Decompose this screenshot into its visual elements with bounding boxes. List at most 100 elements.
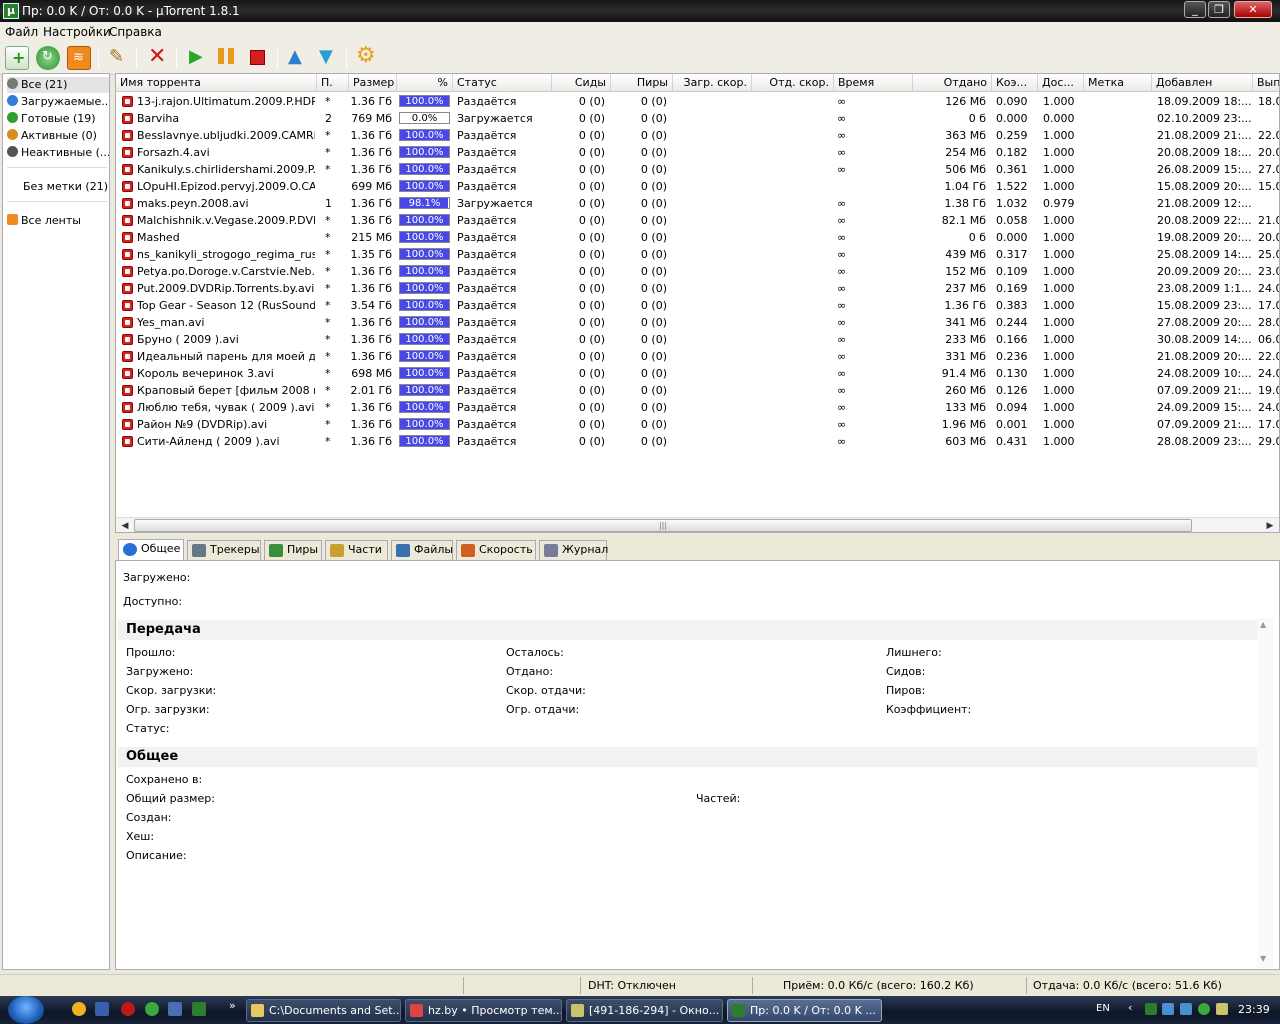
- column-header-size[interactable]: Размер: [349, 74, 397, 92]
- sidebar-item-active[interactable]: Активные (0): [7, 128, 109, 144]
- tray-network-icon[interactable]: [1162, 1003, 1174, 1015]
- scroll-up-icon[interactable]: ▲: [1260, 620, 1266, 629]
- table-row[interactable]: Top Gear - Season 12 (RusSound... * 3.54 Г…: [116, 297, 1279, 314]
- torrent-eta: ∞: [837, 384, 847, 397]
- column-header-percent[interactable]: %: [397, 74, 453, 92]
- rss-icon[interactable]: ≋: [73, 50, 84, 65]
- table-row[interactable]: Petya.po.Doroge.v.Carstvie.Neb... * 1.36 Г…: [116, 263, 1279, 280]
- table-row[interactable]: Kanikuly.s.chirlidershami.2009.P.... * 1.3…: [116, 161, 1279, 178]
- torrent-uploaded: 439 Мб: [945, 248, 986, 261]
- start-button[interactable]: [8, 996, 44, 1024]
- sidebar-item-downloading[interactable]: Загружаемые...: [7, 94, 109, 110]
- minimize-button[interactable]: _: [1184, 1, 1206, 18]
- torrent-seeds: 0 (0): [578, 197, 605, 210]
- column-header-ratio[interactable]: Коэ...: [992, 74, 1038, 92]
- sidebar-item-all-feeds[interactable]: Все ленты: [7, 213, 109, 229]
- sidebar-item-completed[interactable]: Готовые (19): [7, 111, 109, 127]
- tab-files[interactable]: Файлы: [391, 540, 453, 560]
- pause-icon[interactable]: [218, 48, 234, 64]
- horizontal-scrollbar[interactable]: ◀ ||| ▶: [116, 517, 1279, 532]
- scroll-left-icon[interactable]: ◀: [117, 519, 133, 532]
- scroll-right-icon[interactable]: ▶: [1262, 519, 1278, 532]
- menu-file[interactable]: Файл: [5, 25, 38, 39]
- add-url-icon[interactable]: ↻: [42, 49, 53, 64]
- table-row[interactable]: Yes_man.avi * 1.36 Гб 100.0% Раздаётся 0 (0) 0…: [116, 314, 1279, 331]
- table-row[interactable]: Бруно ( 2009 ).avi * 1.36 Гб 100.0% Раздаётс…: [116, 331, 1279, 348]
- chevron-left-icon[interactable]: ‹: [1128, 1001, 1132, 1014]
- column-header-peers[interactable]: Пиры: [611, 74, 673, 92]
- table-row[interactable]: Краповый берет [фильм 2008 г.... * 2.01 Гб…: [116, 382, 1279, 399]
- taskbar-button[interactable]: hz.by • Просмотр тем...: [405, 999, 562, 1022]
- table-row[interactable]: Район №9 (DVDRip).avi * 1.36 Гб 100.0% Разда…: [116, 416, 1279, 433]
- table-row[interactable]: Barviha 2 769 Мб 0.0% Загружается 0 (0) 0 (0) ∞…: [116, 110, 1279, 127]
- table-row[interactable]: Put.2009.DVDRip.Torrents.by.avi * 1.36 Гб 1…: [116, 280, 1279, 297]
- column-header-download-speed[interactable]: Загр. скор.: [673, 74, 752, 92]
- remove-icon[interactable]: ✕: [148, 44, 166, 69]
- table-row[interactable]: maks.peyn.2008.avi 1 1.36 Гб 98.1% Загружает…: [116, 195, 1279, 212]
- close-button[interactable]: ✕: [1234, 1, 1272, 18]
- tray-misc-icon[interactable]: [1216, 1003, 1228, 1015]
- taskbar-button[interactable]: Пр: 0.0 K / От: 0.0 K ...: [727, 999, 882, 1022]
- tray-network2-icon[interactable]: [1180, 1003, 1192, 1015]
- tray-icq-icon[interactable]: [1198, 1003, 1210, 1015]
- utorrent-icon[interactable]: [192, 1002, 206, 1016]
- column-header-completed[interactable]: Вып: [1253, 74, 1279, 92]
- taskbar-button[interactable]: C:\Documents and Set...: [246, 999, 401, 1022]
- menu-settings[interactable]: Настройки: [43, 25, 111, 39]
- table-row[interactable]: Король вечеринок 3.avi * 698 Мб 100.0% Разда…: [116, 365, 1279, 382]
- tab-log[interactable]: Журнал: [539, 540, 608, 560]
- table-row[interactable]: Люблю тебя, чувак ( 2009 ).avi * 1.36 Гб 10…: [116, 399, 1279, 416]
- column-header-name[interactable]: Имя торрента: [116, 74, 317, 92]
- column-header-availability[interactable]: Дос...: [1038, 74, 1084, 92]
- table-row[interactable]: Mashed * 215 Мб 100.0% Раздаётся 0 (0) 0 (0) ∞ 0…: [116, 229, 1279, 246]
- column-header-seeds[interactable]: Сиды: [552, 74, 611, 92]
- table-row[interactable]: Идеальный парень для моей де... * 1.36 Гб 1…: [116, 348, 1279, 365]
- tab-trackers[interactable]: Трекеры: [187, 540, 261, 560]
- move-down-icon[interactable]: ▼: [319, 46, 333, 67]
- tab-general[interactable]: Общее: [118, 539, 184, 561]
- column-header-eta[interactable]: Время: [834, 74, 913, 92]
- torrent-seeds: 0 (0): [578, 129, 605, 142]
- table-row[interactable]: Forsazh.4.avi * 1.36 Гб 100.0% Раздаётся 0 (0…: [116, 144, 1279, 161]
- tab-peers[interactable]: Пиры: [264, 540, 322, 560]
- table-row[interactable]: LOpuHI.Epizod.pervyj.2009.O.CA... 699 Мб 1…: [116, 178, 1279, 195]
- maximize-button[interactable]: ❐: [1208, 1, 1230, 18]
- column-header-added[interactable]: Добавлен: [1152, 74, 1253, 92]
- preferences-icon[interactable]: ⚙: [356, 43, 376, 68]
- icq-icon[interactable]: [145, 1002, 159, 1016]
- menu-help[interactable]: Справка: [109, 25, 162, 39]
- table-row[interactable]: Besslavnye.ubljudki.2009.CAMRip... * 1.36 …: [116, 127, 1279, 144]
- stop-icon[interactable]: [250, 50, 265, 65]
- language-indicator[interactable]: EN: [1096, 1003, 1110, 1014]
- chevron-right-icon[interactable]: »: [229, 999, 236, 1012]
- avast-icon[interactable]: [72, 1002, 86, 1016]
- move-up-icon[interactable]: ▲: [288, 46, 302, 67]
- column-header-priority[interactable]: П.: [317, 74, 349, 92]
- vertical-scrollbar[interactable]: ▲ ▼: [1257, 618, 1273, 968]
- sidebar-item-all[interactable]: Все (21): [7, 77, 109, 93]
- table-row[interactable]: 13-j.rajon.Ultimatum.2009.P.HDRi... * 1.36…: [116, 93, 1279, 110]
- column-header-upload-speed[interactable]: Отд. скор.: [752, 74, 834, 92]
- column-header-label[interactable]: Метка: [1084, 74, 1152, 92]
- start-icon[interactable]: ▶: [189, 46, 203, 67]
- column-header-uploaded[interactable]: Отдано: [913, 74, 992, 92]
- sidebar-item-inactive[interactable]: Неактивные (...: [7, 145, 109, 161]
- column-header-status[interactable]: Статус: [453, 74, 552, 92]
- scroll-down-icon[interactable]: ▼: [1260, 954, 1266, 963]
- opera-icon[interactable]: [121, 1002, 135, 1016]
- create-torrent-icon[interactable]: ✎: [109, 46, 124, 67]
- taskbar-button[interactable]: [491-186-294] - Окно...: [566, 999, 723, 1022]
- tab-speed[interactable]: Скорость: [456, 540, 536, 560]
- scrollbar-thumb[interactable]: |||: [134, 519, 1192, 532]
- table-row[interactable]: Сити-Айленд ( 2009 ).avi * 1.36 Гб 100.0% Ра…: [116, 433, 1279, 450]
- table-row[interactable]: Malchishnik.v.Vegase.2009.P.DVD... * 1.36 …: [116, 212, 1279, 229]
- add-torrent-icon[interactable]: +: [12, 48, 25, 67]
- sidebar-item-no-label[interactable]: Без метки (21): [23, 179, 125, 195]
- explorer-icon[interactable]: [168, 1002, 182, 1016]
- tab-pieces[interactable]: Части: [325, 540, 388, 560]
- table-row[interactable]: ns_kanikyli_strogogo_regima_rus... * 1.35 …: [116, 246, 1279, 263]
- task-app-icon: [251, 1004, 264, 1017]
- tray-utorrent-icon[interactable]: [1145, 1003, 1157, 1015]
- torrent-size: 215 Мб: [351, 231, 392, 244]
- word-icon[interactable]: [95, 1002, 109, 1016]
